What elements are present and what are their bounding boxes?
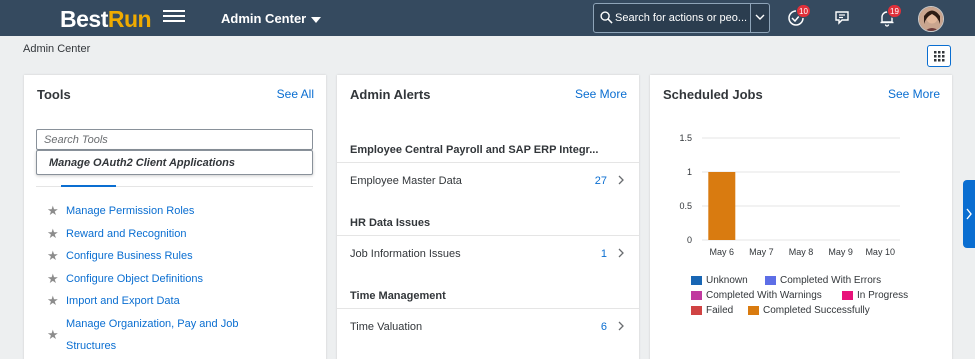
- chevron-right-icon: [618, 175, 624, 185]
- caret-down-icon: [311, 16, 322, 23]
- legend-swatch: [765, 275, 776, 285]
- y-tick-label: 0.5: [679, 201, 692, 211]
- feedback-icon: [835, 11, 849, 25]
- x-tick-label: May 9: [828, 247, 853, 257]
- tool-item[interactable]: ★ Configure Business Rules: [47, 245, 266, 267]
- tools-search-suggestion[interactable]: Manage OAuth2 Client Applications: [36, 150, 313, 175]
- global-search[interactable]: Search for actions or peo...: [593, 3, 770, 33]
- breadcrumb: Admin Center: [23, 43, 91, 55]
- legend-swatch: [748, 305, 759, 315]
- alert-row[interactable]: Employee Master Data 27: [337, 162, 639, 198]
- legend-label: Unknown: [706, 275, 748, 286]
- tool-item[interactable]: ★ Import and Export Data: [47, 290, 266, 312]
- tools-see-all-link[interactable]: See All: [277, 87, 314, 101]
- tools-card: Tools See All Search Tools Manage OAuth2…: [24, 75, 326, 359]
- notifications-button[interactable]: 19: [878, 4, 902, 29]
- admin-alerts-card: Admin Alerts See More Employee Central P…: [337, 75, 639, 359]
- y-tick-label: 1.5: [679, 133, 692, 143]
- alert-row[interactable]: Time Valuation 6: [337, 308, 639, 344]
- star-icon[interactable]: ★: [47, 268, 59, 290]
- alert-row[interactable]: Job Information Issues 1: [337, 235, 639, 271]
- grid-icon: [934, 51, 945, 62]
- y-tick-label: 1: [687, 167, 692, 177]
- tools-title: Tools: [37, 87, 71, 102]
- app-grid-button[interactable]: [927, 45, 951, 67]
- x-tick-label: May 7: [749, 247, 774, 257]
- tool-item[interactable]: ★ Reward and Recognition: [47, 223, 266, 245]
- scheduled-jobs-chart: 1.5 1 0.5 0 May 6 May 7 May 8 May 9 May 10: [679, 133, 900, 257]
- legend-label: In Progress: [857, 290, 909, 301]
- legend-swatch: [691, 290, 702, 300]
- user-avatar[interactable]: [918, 6, 944, 32]
- logo-speed-lines-icon: [163, 10, 185, 26]
- app-title-menu[interactable]: Admin Center: [221, 11, 322, 26]
- todo-button[interactable]: 10: [787, 4, 811, 29]
- notification-badge: 19: [887, 4, 902, 18]
- x-tick-label: May 6: [710, 247, 735, 257]
- legend-item[interactable]: Completed With Warnings: [691, 290, 822, 301]
- star-icon[interactable]: ★: [47, 200, 59, 222]
- legend-item[interactable]: Unknown: [691, 275, 748, 286]
- legend-label: Completed With Errors: [780, 275, 882, 286]
- legend-label: Completed Successfully: [763, 305, 870, 316]
- tool-item[interactable]: ★ Manage Organization, Pay and Job Struct…: [47, 313, 266, 357]
- bestrun-logo[interactable]: BestRun: [60, 6, 152, 33]
- legend-label: Completed With Warnings: [706, 290, 822, 301]
- legend-item[interactable]: Completed With Errors: [765, 275, 881, 286]
- legend-swatch: [691, 305, 702, 315]
- x-tick-label: May 8: [789, 247, 814, 257]
- legend-swatch: [691, 275, 702, 285]
- tool-item[interactable]: ★ Configure Object Definitions: [47, 268, 266, 290]
- alert-section-title: Employee Central Payroll and SAP ERP Int…: [350, 144, 599, 156]
- legend-label: Failed: [706, 305, 734, 316]
- star-icon[interactable]: ★: [47, 290, 59, 312]
- scheduled-jobs-card: Scheduled Jobs See More 1.5 1 0.5 0 May 6 May…: [650, 75, 952, 359]
- search-icon: [600, 11, 613, 24]
- alert-section-title: Time Management: [350, 290, 446, 302]
- legend-item[interactable]: Completed Successfully: [748, 305, 870, 316]
- chevron-down-icon: [755, 14, 765, 20]
- legend-item[interactable]: Failed: [691, 305, 733, 316]
- star-icon[interactable]: ★: [47, 324, 59, 346]
- x-tick-label: May 10: [865, 247, 895, 257]
- feedback-button[interactable]: [834, 9, 854, 29]
- y-tick-label: 0: [687, 235, 692, 245]
- alerts-title: Admin Alerts: [350, 87, 431, 102]
- chevron-right-icon: [618, 321, 624, 331]
- alert-section-title: HR Data Issues: [350, 217, 431, 229]
- alerts-see-more-link[interactable]: See More: [575, 87, 627, 101]
- tools-tab-active-indicator: [61, 185, 116, 187]
- todo-badge: 10: [796, 4, 811, 18]
- bar-completed-successfully[interactable]: [708, 172, 736, 240]
- user-photo-icon: [919, 7, 943, 31]
- chevron-right-icon: [966, 208, 972, 220]
- tool-item[interactable]: ★ Manage Permission Roles: [47, 200, 266, 222]
- legend-item[interactable]: In Progress: [842, 290, 908, 301]
- shell-bar: BestRun Admin Center Search for actions …: [0, 0, 975, 36]
- side-panel-toggle[interactable]: [963, 180, 975, 248]
- tools-search-input[interactable]: Search Tools: [36, 129, 313, 150]
- legend-swatch: [842, 290, 853, 300]
- star-icon[interactable]: ★: [47, 245, 59, 267]
- chevron-right-icon: [618, 248, 624, 258]
- search-input[interactable]: Search for actions or peo...: [615, 12, 749, 24]
- search-scope-dropdown[interactable]: [750, 4, 769, 32]
- star-icon[interactable]: ★: [47, 223, 59, 245]
